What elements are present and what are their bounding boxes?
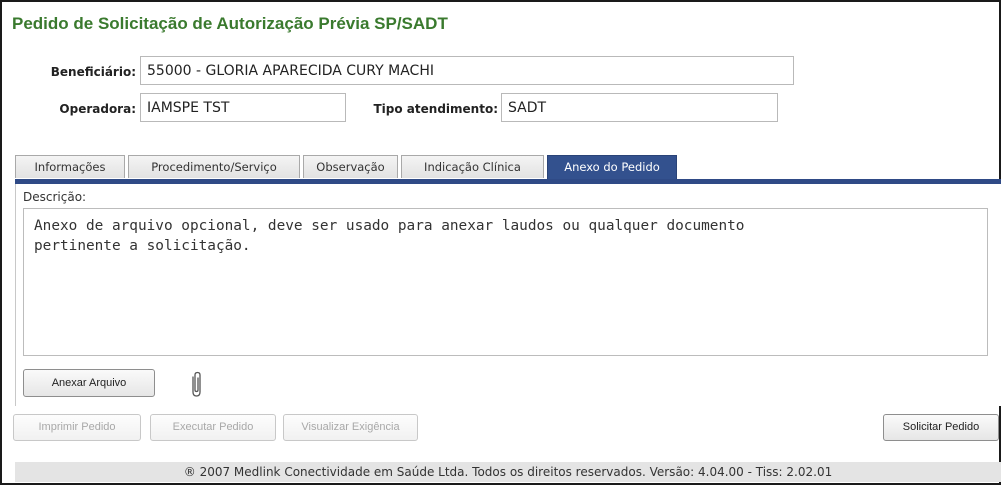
operadora-label: Operadora: [59,102,136,116]
tab-indicacao-clinica[interactable]: Indicação Clínica [401,155,544,178]
anexar-arquivo-button[interactable]: Anexar Arquivo [23,369,155,397]
descricao-label: Descrição: [23,190,87,204]
operadora-field[interactable]: IAMSPE TST [140,93,346,122]
descricao-textarea[interactable]: Anexo de arquivo opcional, deve ser usad… [23,208,988,356]
solicitar-pedido-button[interactable]: Solicitar Pedido [883,414,999,441]
imprimir-pedido-button[interactable]: Imprimir Pedido [13,414,141,441]
tab-procedimento-servico[interactable]: Procedimento/Serviço [128,155,300,178]
tipo-atendimento-label: Tipo atendimento: [373,102,499,116]
window-frame: Pedido de Solicitação de Autorização Pré… [0,0,1001,485]
beneficiario-label: Beneficiário: [50,65,136,79]
visualizar-exigencia-button[interactable]: Visualizar Exigência [283,414,418,441]
footer-copyright: ® 2007 Medlink Conectividade em Saúde Lt… [15,462,1001,482]
paperclip-icon[interactable] [189,371,203,399]
tab-observacao[interactable]: Observação [303,155,398,178]
tab-anexo-do-pedido[interactable]: Anexo do Pedido [547,155,677,179]
tipo-atendimento-field[interactable]: SADT [501,93,778,122]
executar-pedido-button[interactable]: Executar Pedido [150,414,276,441]
beneficiario-field[interactable]: 55000 - GLORIA APARECIDA CURY MACHI [140,56,794,85]
page-title: Pedido de Solicitação de Autorização Pré… [12,14,448,33]
tab-informacoes[interactable]: Informações [15,155,125,178]
